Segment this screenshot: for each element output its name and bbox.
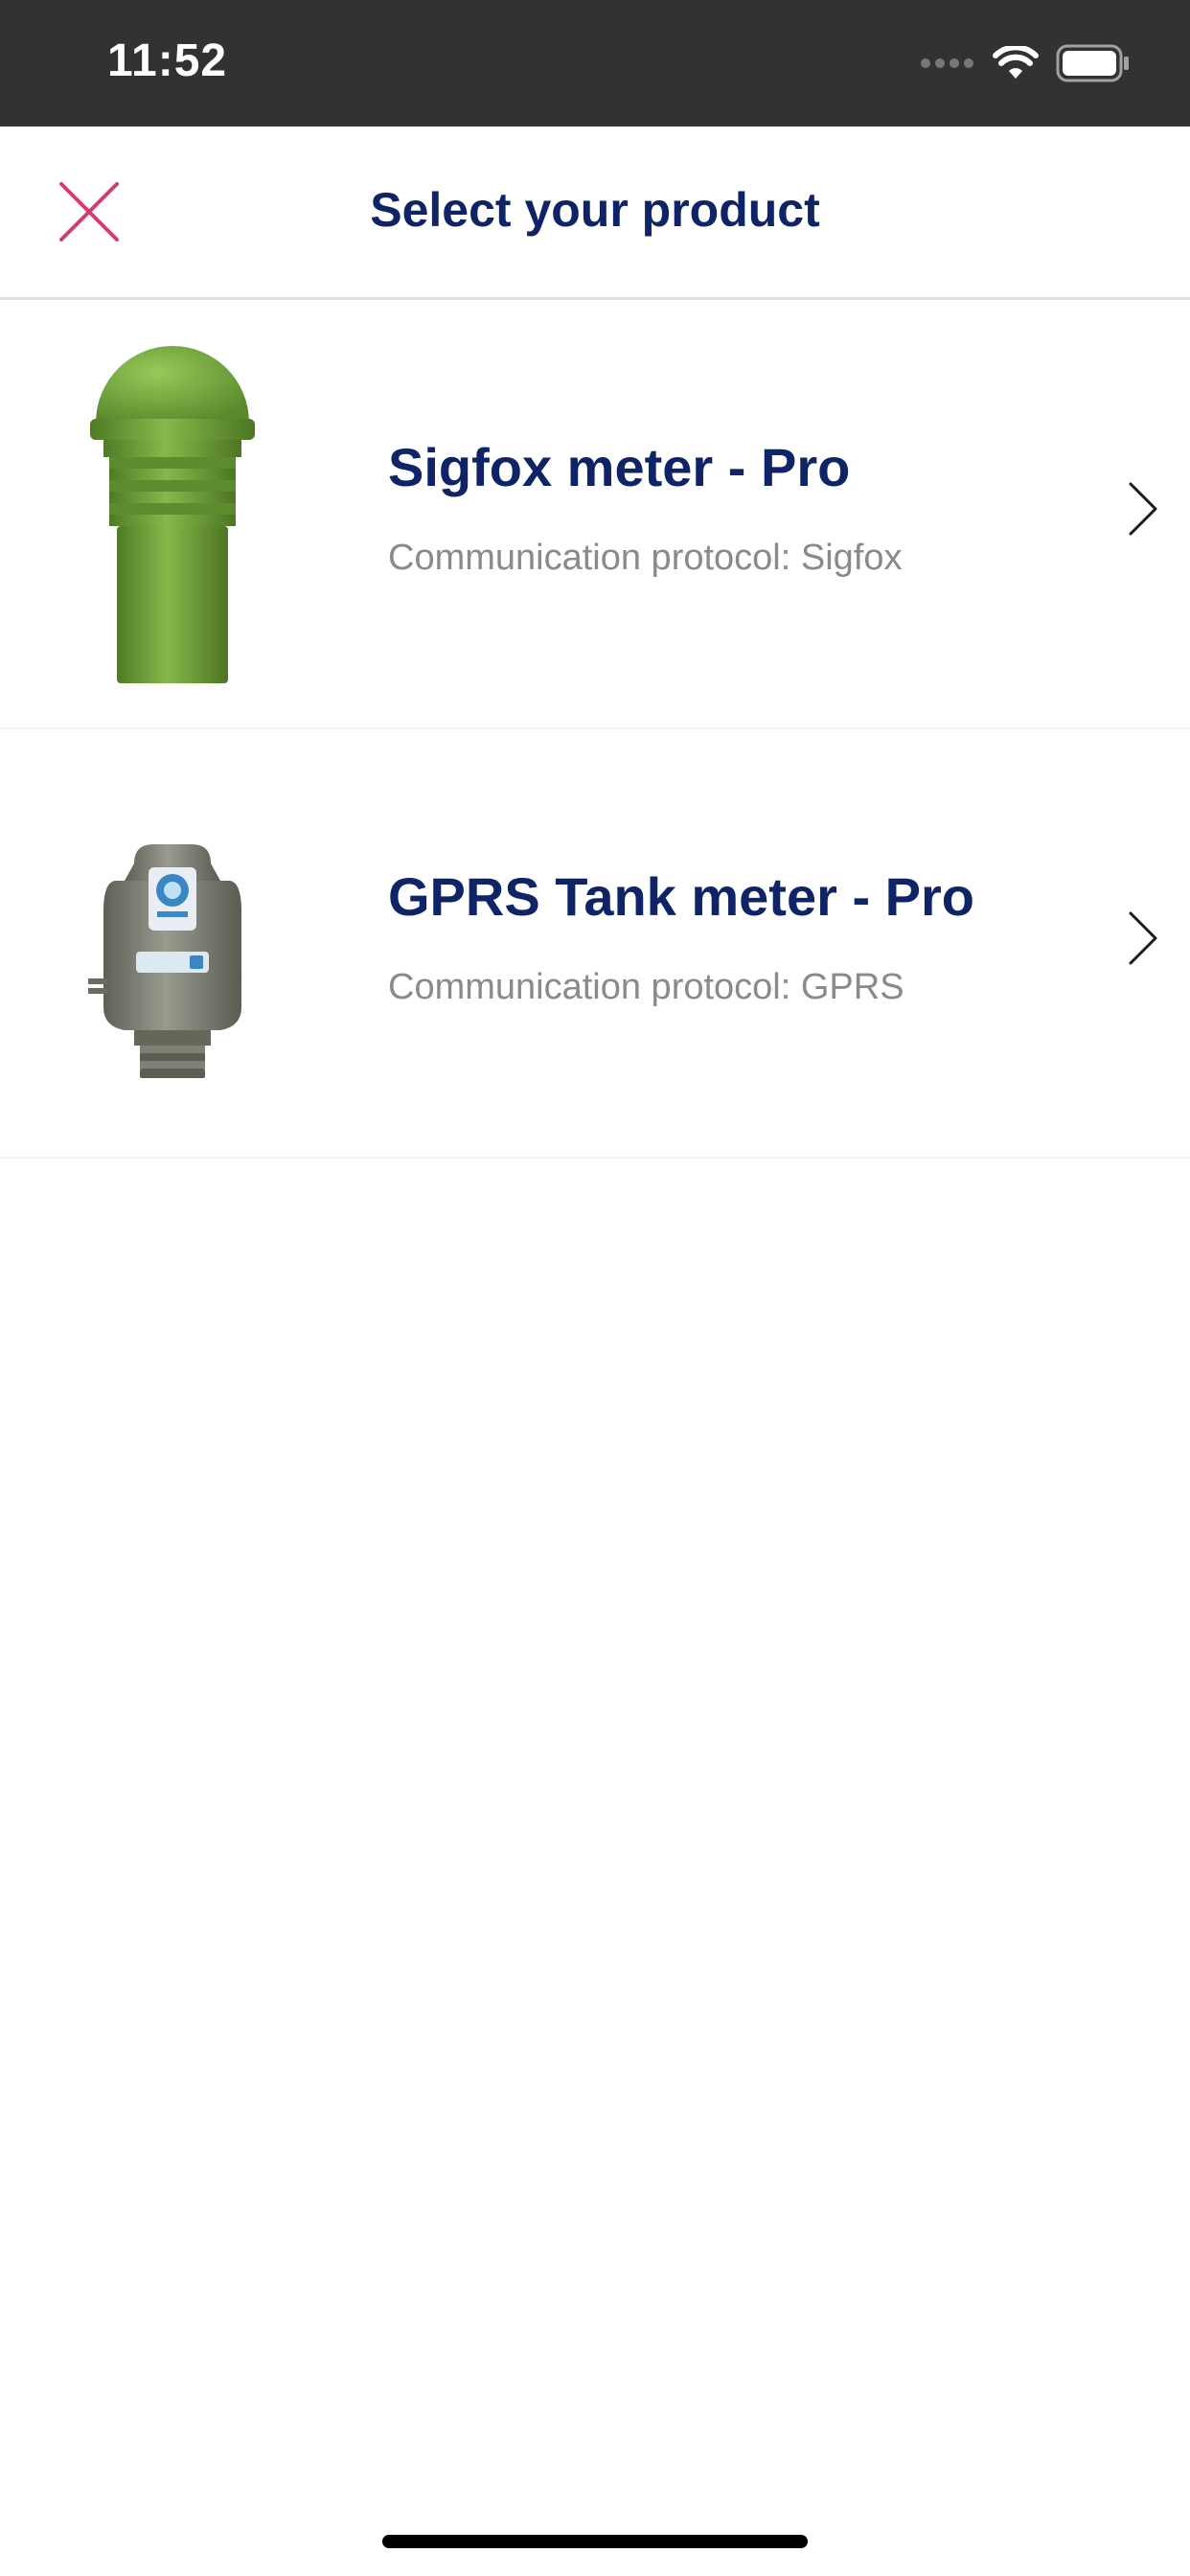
gray-tank-meter-image <box>77 768 268 1113</box>
navigation-bar: Select your product <box>0 126 1190 300</box>
page-title: Select your product <box>370 183 820 237</box>
cellular-signal-icon <box>920 57 975 75</box>
product-subtitle: Communication protocol: Sigfox <box>388 538 903 578</box>
product-subtitle: Communication protocol: GPRS <box>388 967 904 1007</box>
status-bar: 11:52 <box>0 0 1190 126</box>
product-title: GPRS Tank meter - Pro <box>388 866 975 927</box>
status-icons <box>920 43 1131 87</box>
chevron-right-icon <box>1129 482 1157 536</box>
product-title: Sigfox meter - Pro <box>388 437 851 497</box>
product-list: Sigfox meter - Pro Communication protoco… <box>0 300 1190 1159</box>
status-time: 11:52 <box>107 35 228 86</box>
battery-icon <box>1056 44 1131 87</box>
green-dome-sensor-image <box>77 338 268 683</box>
wifi-icon <box>993 43 1039 85</box>
home-indicator[interactable] <box>382 2535 808 2548</box>
product-row-sigfox[interactable]: Sigfox meter - Pro Communication protoco… <box>0 300 1190 729</box>
chevron-right-icon <box>1129 911 1157 965</box>
product-row-gprs[interactable]: GPRS Tank meter - Pro Communication prot… <box>0 729 1190 1159</box>
